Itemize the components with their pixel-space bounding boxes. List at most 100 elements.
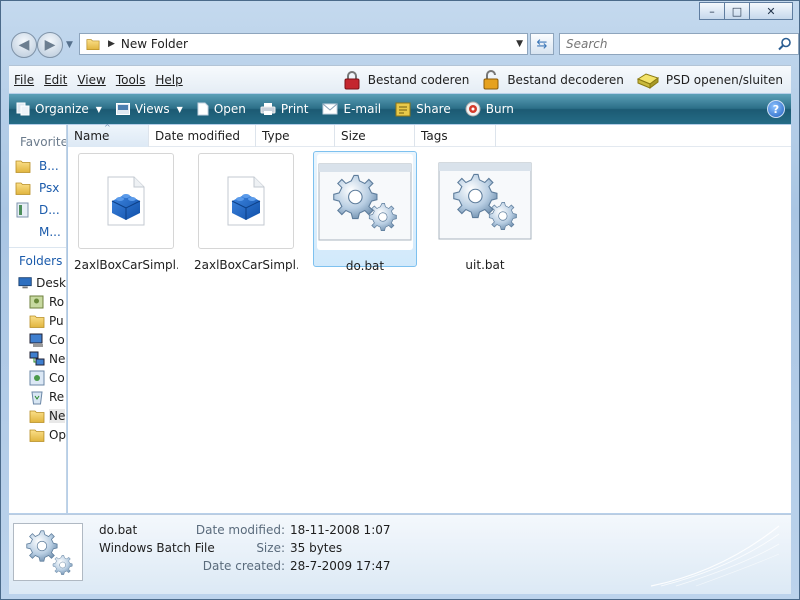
breadcrumb-current[interactable]: New Folder bbox=[121, 37, 188, 51]
gears-icon bbox=[18, 525, 78, 579]
explorer-window: – □ ✕ ◀ ▶ ▼ ▶ New Folder ▼ ⇆ Fil bbox=[0, 0, 800, 600]
computer-icon bbox=[29, 333, 43, 347]
size-label: Size: bbox=[256, 541, 285, 555]
folder-icon bbox=[15, 180, 31, 196]
lock-open-icon bbox=[483, 70, 499, 90]
decrypt-file-button[interactable]: Bestand decoderen bbox=[481, 70, 624, 90]
file-item-selected[interactable]: do.bat bbox=[313, 151, 417, 273]
details-pane: do.bat Windows Batch File Date modified:… bbox=[9, 514, 791, 594]
size-value: 35 bytes bbox=[290, 541, 343, 555]
burn-button[interactable]: Burn bbox=[458, 101, 521, 117]
folder-icon bbox=[29, 427, 45, 443]
tree-item[interactable]: Pu bbox=[9, 311, 66, 330]
psd-open-close-button[interactable]: PSD openen/sluiten bbox=[636, 71, 783, 89]
folder-icon bbox=[86, 37, 100, 51]
email-button[interactable]: E-mail bbox=[315, 102, 388, 116]
folder-icon bbox=[15, 158, 31, 174]
lego-brick-icon bbox=[227, 176, 265, 226]
menu-file[interactable]: File bbox=[9, 73, 39, 87]
search-icon[interactable] bbox=[778, 37, 792, 51]
user-folder-icon bbox=[29, 295, 44, 308]
search-box[interactable] bbox=[559, 33, 799, 55]
breadcrumb-chevron-icon[interactable]: ▶ bbox=[108, 39, 115, 49]
tree-item[interactable]: Ro bbox=[9, 292, 66, 311]
views-button[interactable]: Views ▼ bbox=[109, 102, 190, 116]
file-name: do.bat bbox=[345, 259, 385, 273]
menu-help[interactable]: Help bbox=[150, 73, 187, 87]
folders-heading[interactable]: Folders bbox=[9, 247, 66, 273]
column-header-date-modified[interactable]: Date modified bbox=[149, 125, 256, 147]
arrow-left-icon: ◀ bbox=[18, 37, 30, 53]
refresh-button[interactable]: ⇆ bbox=[530, 33, 554, 55]
details-values: 18-11-2008 1:07 35 bytes 28-7-2009 17:47 bbox=[290, 523, 391, 577]
encrypt-file-button[interactable]: Bestand coderen bbox=[342, 70, 469, 90]
date-modified-value: 18-11-2008 1:07 bbox=[290, 523, 391, 537]
close-button[interactable]: ✕ bbox=[749, 2, 793, 20]
share-button[interactable]: Share bbox=[388, 101, 458, 117]
tree-item[interactable]: Re bbox=[9, 387, 66, 406]
favorite-link[interactable]: B... bbox=[9, 155, 66, 177]
decorative-swoosh bbox=[651, 525, 780, 587]
file-thumbnail bbox=[437, 153, 533, 249]
tree-item-desktop[interactable]: Desk bbox=[9, 273, 66, 292]
address-bar[interactable]: ▶ New Folder ▼ bbox=[79, 33, 528, 55]
recent-pages-dropdown[interactable]: ▼ bbox=[66, 40, 73, 50]
tree-item[interactable]: Op bbox=[9, 425, 66, 444]
minimize-button[interactable]: – bbox=[699, 2, 725, 20]
favorite-link[interactable]: Psx bbox=[9, 177, 66, 199]
file-item[interactable]: 2axlBoxCarSimpl... bbox=[194, 151, 298, 272]
printer-icon bbox=[260, 103, 276, 115]
organize-icon bbox=[16, 102, 30, 116]
menu-edit[interactable]: Edit bbox=[39, 73, 72, 87]
column-header-size[interactable]: Size bbox=[335, 125, 415, 147]
help-button[interactable]: ? bbox=[767, 100, 785, 118]
column-header-name[interactable]: ^ Name bbox=[68, 123, 149, 147]
tree-item[interactable]: Co bbox=[9, 368, 66, 387]
document-icon bbox=[197, 102, 209, 116]
chevron-down-icon: ▼ bbox=[95, 104, 102, 114]
views-icon bbox=[115, 103, 130, 115]
gears-icon bbox=[318, 163, 412, 241]
command-bar: Organize ▼ Views ▼ Open Print E-mail Sha… bbox=[9, 94, 791, 124]
file-item[interactable]: uit.bat bbox=[433, 151, 537, 272]
print-button[interactable]: Print bbox=[253, 102, 316, 116]
file-name: 2axlBoxCarSimpl... bbox=[194, 258, 298, 272]
column-header-tags[interactable]: Tags bbox=[415, 125, 496, 147]
tree-item[interactable]: Co bbox=[9, 330, 66, 349]
organize-button[interactable]: Organize ▼ bbox=[9, 102, 109, 116]
favorite-links-heading: Favorite l bbox=[20, 135, 67, 149]
drive-icon bbox=[636, 73, 659, 89]
file-list-pane: ^ Name Date modified Type Size Tags 2axl… bbox=[68, 123, 791, 513]
folder-icon bbox=[29, 313, 45, 329]
details-labels: Date modified: Size: Date created: bbox=[189, 523, 285, 577]
recycle-bin-icon bbox=[31, 391, 43, 404]
column-header-type[interactable]: Type bbox=[256, 125, 335, 147]
envelope-icon bbox=[322, 103, 338, 115]
gears-icon bbox=[438, 162, 532, 240]
details-file-name: do.bat bbox=[99, 523, 138, 537]
open-button[interactable]: Open bbox=[190, 102, 253, 116]
arrow-right-icon: ▶ bbox=[44, 37, 56, 53]
lego-brick-icon bbox=[107, 176, 145, 226]
address-dropdown[interactable]: ▼ bbox=[516, 39, 523, 49]
menu-tools[interactable]: Tools bbox=[111, 73, 151, 87]
date-created-value: 28-7-2009 17:47 bbox=[290, 559, 391, 573]
file-item[interactable]: 2axlBoxCarSimpl... bbox=[74, 151, 178, 272]
search-input[interactable] bbox=[566, 37, 766, 51]
control-panel-icon bbox=[29, 370, 45, 385]
sort-ascending-icon: ^ bbox=[104, 123, 111, 132]
refresh-icon: ⇆ bbox=[536, 36, 548, 52]
favorite-link[interactable]: M... bbox=[9, 221, 66, 243]
tree-item-selected[interactable]: Ne bbox=[9, 406, 66, 425]
folder-icon bbox=[29, 408, 45, 424]
back-button[interactable]: ◀ bbox=[11, 32, 37, 58]
forward-button[interactable]: ▶ bbox=[37, 32, 63, 58]
tree-item[interactable]: Ne bbox=[9, 349, 66, 368]
navigation-pane: Favorite l B... Psx D... M... Folders De… bbox=[9, 125, 67, 513]
maximize-button[interactable]: □ bbox=[724, 2, 750, 20]
menu-view[interactable]: View bbox=[72, 73, 110, 87]
file-name: uit.bat bbox=[465, 258, 505, 272]
favorite-link[interactable]: D... bbox=[9, 199, 66, 221]
desktop-icon bbox=[18, 276, 32, 288]
network-icon bbox=[29, 351, 45, 365]
